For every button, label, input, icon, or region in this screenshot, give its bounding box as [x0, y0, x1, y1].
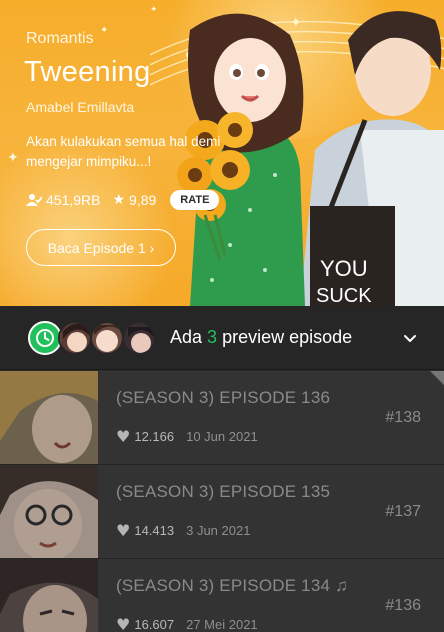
episode-date: 10 Jun 2021 — [186, 429, 258, 444]
subscriber-count-value: 451,9RB — [46, 192, 101, 208]
heart-icon: ♥ — [116, 521, 131, 540]
star-icon: ★ — [112, 192, 126, 208]
episode-title: (SEASON 3) EPISODE 134 ♫ — [116, 576, 349, 595]
preview-suffix: preview episode — [222, 327, 353, 347]
episode-date: 3 Jun 2021 — [186, 523, 251, 538]
heart-icon: ♥ — [116, 427, 131, 446]
series-title: Tweening — [24, 56, 151, 88]
preview-count: 3 — [207, 327, 218, 347]
rating: ★ 9,89 — [112, 192, 156, 208]
sparkle-icon: ✦ — [7, 150, 19, 166]
episode-number: #136 — [385, 597, 421, 614]
episode-list: (SEASON 3) EPISODE 136 ♥ 12.166 10 Jun 2… — [0, 371, 444, 632]
preview-episodes-bar[interactable]: Ada 3 preview episode — [0, 306, 444, 370]
episode-likes: 16.607 — [134, 617, 175, 632]
episode-thumbnail — [0, 559, 98, 632]
preview-thumbnail — [90, 321, 124, 355]
episode-date: 27 Mei 2021 — [186, 617, 258, 632]
preview-prefix: Ada — [170, 327, 203, 347]
bag-text: SUCK — [316, 285, 372, 306]
preview-thumbnail — [122, 321, 156, 355]
subscriber-count: 451,9RB — [26, 192, 100, 208]
rating-value: 9,89 — [129, 192, 157, 208]
episode-title: (SEASON 3) EPISODE 135 — [116, 482, 331, 501]
episode-likes: 12.166 — [134, 429, 175, 444]
series-tagline: Akan kulakukan semua hal demi mengejar m… — [26, 134, 221, 169]
episode-likes: 14.413 — [134, 523, 175, 538]
episode-meta: ♥ 12.166 10 Jun 2021 — [116, 427, 258, 446]
episode-row[interactable]: (SEASON 3) EPISODE 136 ♥ 12.166 10 Jun 2… — [0, 371, 444, 465]
chevron-down-icon[interactable] — [403, 332, 417, 346]
clock-icon — [28, 321, 62, 355]
author-name[interactable]: Amabel Emillavta — [26, 99, 134, 115]
episode-title: (SEASON 3) EPISODE 136 — [116, 388, 331, 407]
subscribers-icon — [26, 194, 42, 206]
bag-text: YOU — [320, 256, 368, 281]
preview-thumbnail — [58, 321, 92, 355]
series-hero-banner: ✦ ✦ ✦ ✦ YOU SUCK Romantis Tweening Amabe… — [0, 0, 444, 306]
genre-label: Romantis — [26, 30, 94, 47]
episode-meta: ♥ 16.607 27 Mei 2021 — [116, 615, 258, 632]
episode-row[interactable]: (SEASON 3) EPISODE 135 ♥ 14.413 3 Jun 20… — [0, 465, 444, 559]
preview-episode-text: Ada 3 preview episode — [170, 327, 352, 348]
sparkle-icon: ✦ — [100, 25, 109, 36]
heart-icon: ♥ — [116, 615, 131, 632]
series-stats: 451,9RB ★ 9,89 RATE — [26, 190, 220, 210]
episode-number: #138 — [385, 409, 421, 426]
episode-meta: ♥ 14.413 3 Jun 2021 — [116, 521, 250, 540]
episode-thumbnail — [0, 465, 98, 558]
rate-button[interactable]: RATE — [170, 190, 220, 210]
episode-thumbnail — [0, 371, 98, 464]
new-corner-marker — [430, 371, 444, 385]
episode-row[interactable]: (SEASON 3) EPISODE 134 ♫ ♥ 16.607 27 Mei… — [0, 559, 444, 632]
episode-number: #137 — [385, 503, 421, 520]
read-episode-1-button[interactable]: Baca Episode 1 › — [26, 229, 176, 266]
